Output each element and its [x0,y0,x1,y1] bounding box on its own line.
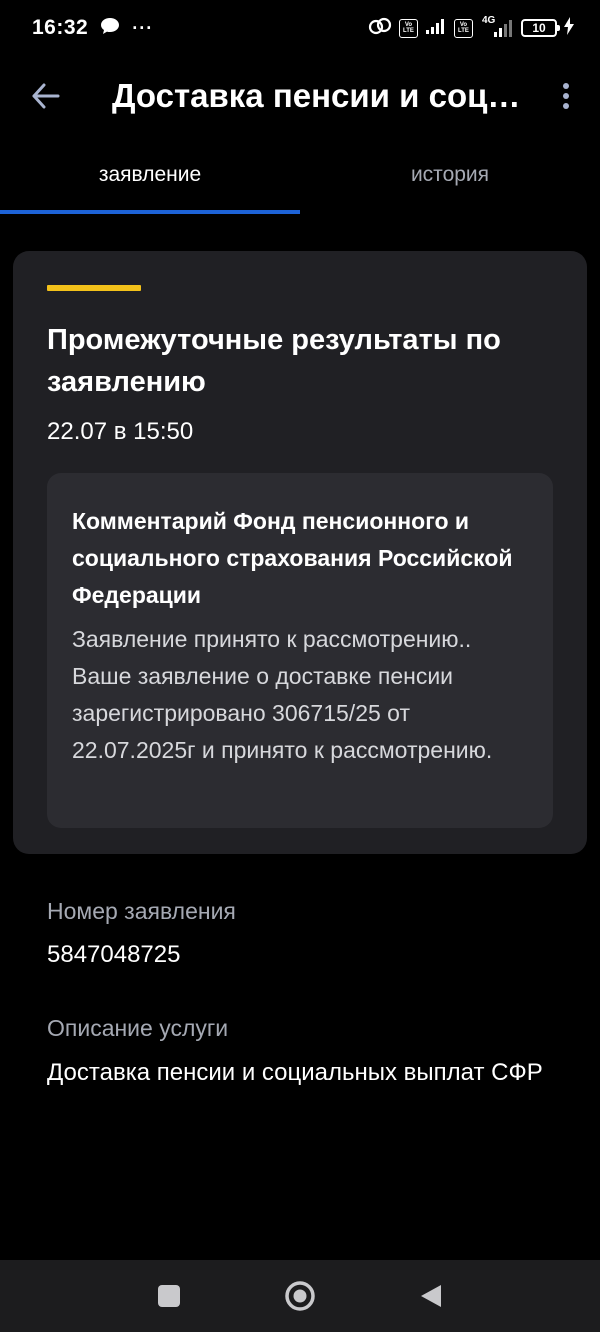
service-description-label: Описание услуги [47,1015,229,1041]
more-options-button[interactable] [546,74,586,118]
more-dots-icon: ··· [132,17,154,38]
status-left: 16:32 ··· [32,16,153,40]
back-nav-button[interactable] [411,1276,451,1316]
status-time: 16:32 [32,16,89,39]
page-title: Доставка пенсии и социальных выплат СФР [112,77,532,114]
comment-title: Комментарий Фонд пенсионного и социально… [72,508,513,608]
volte-badge-1: Vo LTE [399,18,418,38]
result-title: Промежуточные результаты по заявлению [47,324,501,398]
comment-text: Заявление принято к рассмотрению.. Ваше … [72,626,493,763]
volte-badge-2: Vo LTE [454,18,473,38]
back-button[interactable] [24,74,68,118]
result-date: 22.07 в 15:50 [47,418,194,445]
signal-icon [425,18,447,39]
arrow-left-icon [32,83,60,109]
charging-icon [564,16,574,40]
tab-bar: заявление история [0,146,600,214]
recents-square-icon [158,1285,180,1307]
recents-button[interactable] [149,1276,189,1316]
volte-label-bottom: LTE [458,28,469,34]
signal-4g-icon: 4G [480,15,514,38]
back-triangle-icon [421,1285,441,1307]
tab-history-label: история [410,163,490,186]
tab-application-label: заявление [98,163,202,186]
service-description-value: Доставка пенсии и социальных выплат СФР [47,1059,543,1086]
status-bar: 16:32 ··· Vo LTE Vo LTE 4G 10 [0,0,600,56]
home-circle-icon [285,1281,315,1311]
vertical-dots-icon [563,83,569,109]
chat-bubble-icon [100,17,120,40]
app-bar: Доставка пенсии и социальных выплат СФР [0,56,600,136]
status-right: Vo LTE Vo LTE 4G 10 [368,15,574,40]
status-accent-bar [47,285,141,291]
battery-level: 10 [532,21,546,35]
application-number-value: 5847048725 [47,941,181,968]
battery-icon: 10 [521,19,560,37]
tab-application[interactable]: заявление [0,146,300,214]
tab-history[interactable]: история [300,146,600,214]
application-number-label: Номер заявления [47,898,236,924]
tab-active-indicator [0,210,300,214]
link-icon [368,17,392,40]
volte-label-bottom: LTE [403,28,414,34]
result-card: Промежуточные результаты по заявлению 22… [13,251,587,854]
home-button[interactable] [280,1276,320,1316]
comment-box: Комментарий Фонд пенсионного и социально… [47,473,553,828]
system-nav-bar [0,1260,600,1332]
